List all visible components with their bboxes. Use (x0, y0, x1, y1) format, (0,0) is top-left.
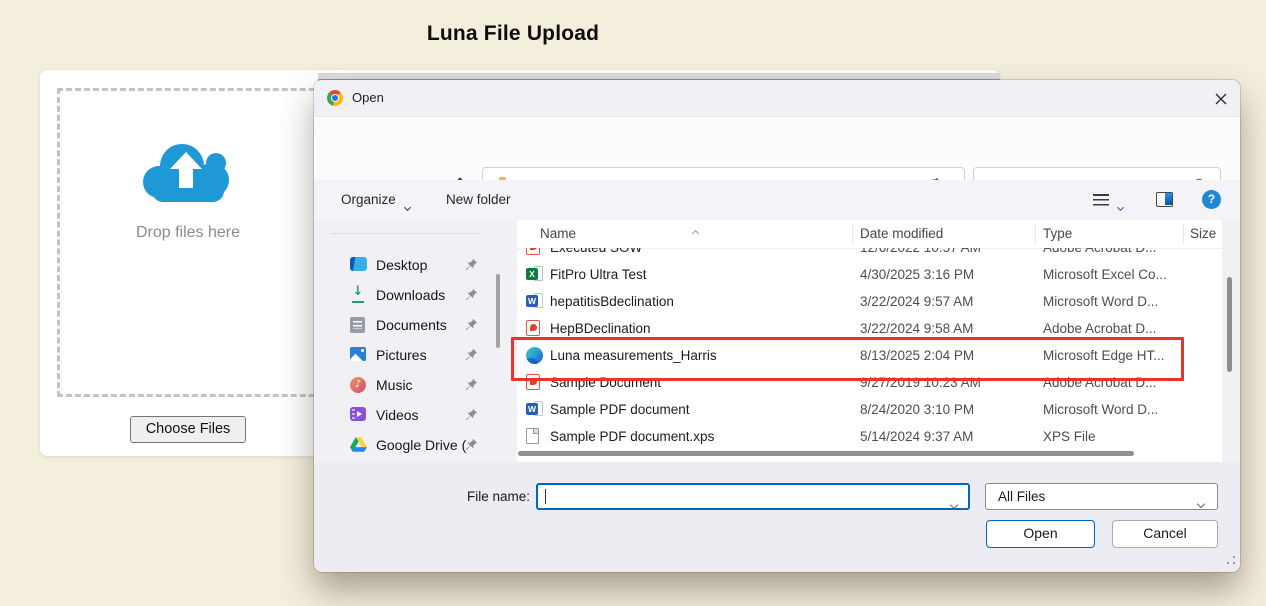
sidebar-item-videos[interactable]: Videos (314, 400, 514, 430)
file-name: Sample PDF document.xps (550, 423, 714, 450)
file-name-input[interactable] (536, 483, 970, 510)
file-type: Microsoft Word D... (1043, 396, 1158, 423)
sidebar-item-label: Google Drive ( (376, 430, 466, 460)
pin-icon (465, 348, 478, 366)
help-icon[interactable] (1202, 190, 1221, 209)
file-row[interactable]: Sample PDF document.xps 5/14/2024 9:37 AM… (517, 423, 1222, 450)
column-header-size[interactable]: Size (1190, 220, 1216, 248)
file-name: Executed SOW (550, 248, 642, 261)
excel-file-icon (526, 266, 543, 282)
column-header-type[interactable]: Type (1043, 220, 1072, 248)
horizontal-scrollbar[interactable] (518, 451, 1134, 456)
google-drive-icon (350, 437, 367, 457)
dialog-footer: File name: All Files Open Cancel (314, 462, 1240, 572)
file-date-modified: 5/14/2024 9:37 AM (860, 423, 973, 450)
file-date-modified: 8/24/2020 3:10 PM (860, 396, 974, 423)
file-row[interactable]: Executed SOW 12/6/2022 10:57 AM Adobe Acro… (517, 248, 1222, 261)
cloud-upload-icon (140, 138, 236, 206)
new-folder-button[interactable]: New folder (446, 180, 511, 220)
file-date-modified: 4/30/2025 3:16 PM (860, 261, 974, 288)
preview-pane-icon[interactable] (1156, 192, 1173, 207)
desktop-icon (350, 257, 367, 271)
pin-icon (465, 318, 478, 336)
word-file-icon (526, 401, 543, 417)
open-file-dialog: Open ← → ↑ Desktop Sample Upload (314, 80, 1240, 572)
sidebar: DesktopDownloadsDocumentsPicturesMusicVi… (314, 250, 514, 460)
file-type-value: All Files (998, 484, 1045, 509)
sidebar-item-label: Downloads (376, 280, 445, 310)
file-row[interactable]: Sample PDF document 8/24/2020 3:10 PM Micr… (517, 396, 1222, 423)
file-list-header: Name Date modified Type Size (517, 220, 1222, 249)
dialog-title: Open (352, 80, 384, 116)
organize-button[interactable]: Organize (341, 180, 396, 220)
file-type-chevron-icon (1198, 494, 1204, 512)
dialog-titlebar[interactable]: Open (314, 80, 1240, 117)
word-file-icon (526, 293, 543, 309)
downloads-icon (350, 287, 366, 303)
sidebar-item-label: Pictures (376, 340, 427, 370)
sidebar-divider (330, 233, 480, 234)
column-header-date-modified[interactable]: Date modified (860, 220, 943, 248)
pdf-file-icon (526, 248, 540, 255)
resize-grip[interactable] (1226, 555, 1236, 565)
sidebar-item-google-drive[interactable]: Google Drive ( (314, 430, 514, 460)
screen: Luna File Upload Drop files here Choose … (0, 0, 1266, 606)
text-cursor (545, 489, 546, 504)
close-icon[interactable] (1210, 88, 1232, 110)
file-type: Microsoft Word D... (1043, 288, 1158, 315)
cancel-button[interactable]: Cancel (1112, 520, 1218, 548)
chrome-icon (327, 90, 343, 106)
file-name-label: File name: (454, 483, 530, 510)
file-name-dropdown-chevron-icon[interactable] (951, 495, 957, 513)
pictures-icon (350, 347, 366, 361)
file-type: XPS File (1043, 423, 1096, 450)
sidebar-scrollbar[interactable] (496, 274, 500, 348)
pdf-file-icon (526, 320, 540, 336)
pin-icon (465, 288, 478, 306)
highlight-rectangle (511, 337, 1184, 381)
pin-icon (465, 378, 478, 396)
choose-files-button[interactable]: Choose Files (130, 416, 246, 443)
sidebar-item-label: Desktop (376, 250, 427, 280)
file-type: Adobe Acrobat D... (1043, 248, 1156, 261)
sidebar-item-label: Documents (376, 310, 447, 340)
file-name: FitPro Ultra Test (550, 261, 647, 288)
dialog-navigation-bar: ← → ↑ Desktop Sample Upload Search Sampl… (314, 117, 1240, 180)
file-date-modified: 12/6/2022 10:57 AM (860, 248, 981, 261)
column-header-name[interactable]: Name (540, 220, 576, 248)
sidebar-item-documents[interactable]: Documents (314, 310, 514, 340)
sidebar-item-label: Music (376, 370, 413, 400)
sidebar-item-desktop[interactable]: Desktop (314, 250, 514, 280)
music-icon (350, 377, 366, 393)
pin-icon (465, 258, 478, 276)
sidebar-item-label: Videos (376, 400, 419, 430)
organize-caret-icon (405, 197, 410, 215)
sidebar-item-music[interactable]: Music (314, 370, 514, 400)
xps-file-icon (526, 428, 539, 444)
pin-icon (465, 408, 478, 426)
file-type-select[interactable]: All Files (985, 483, 1218, 510)
list-view-icon[interactable] (1093, 194, 1109, 206)
pin-icon (465, 438, 478, 456)
file-name: hepatitisBdeclination (550, 288, 674, 315)
file-date-modified: 3/22/2024 9:57 AM (860, 288, 973, 315)
open-button[interactable]: Open (986, 520, 1095, 548)
vertical-scrollbar[interactable] (1227, 277, 1232, 372)
view-options-chevron-icon[interactable] (1118, 197, 1123, 215)
sidebar-item-pictures[interactable]: Pictures (314, 340, 514, 370)
documents-icon (350, 317, 365, 333)
sort-ascending-icon (693, 223, 698, 241)
page-title: Luna File Upload (40, 22, 986, 46)
sidebar-item-downloads[interactable]: Downloads (314, 280, 514, 310)
file-row[interactable]: FitPro Ultra Test 4/30/2025 3:16 PM Micros… (517, 261, 1222, 288)
videos-icon (350, 407, 366, 421)
file-row[interactable]: hepatitisBdeclination 3/22/2024 9:57 AM Mi… (517, 288, 1222, 315)
file-type: Microsoft Excel Co... (1043, 261, 1167, 288)
dialog-toolbar: Organize New folder (314, 180, 1240, 220)
dropzone-label: Drop files here (78, 224, 298, 242)
file-name: Sample PDF document (550, 396, 690, 423)
